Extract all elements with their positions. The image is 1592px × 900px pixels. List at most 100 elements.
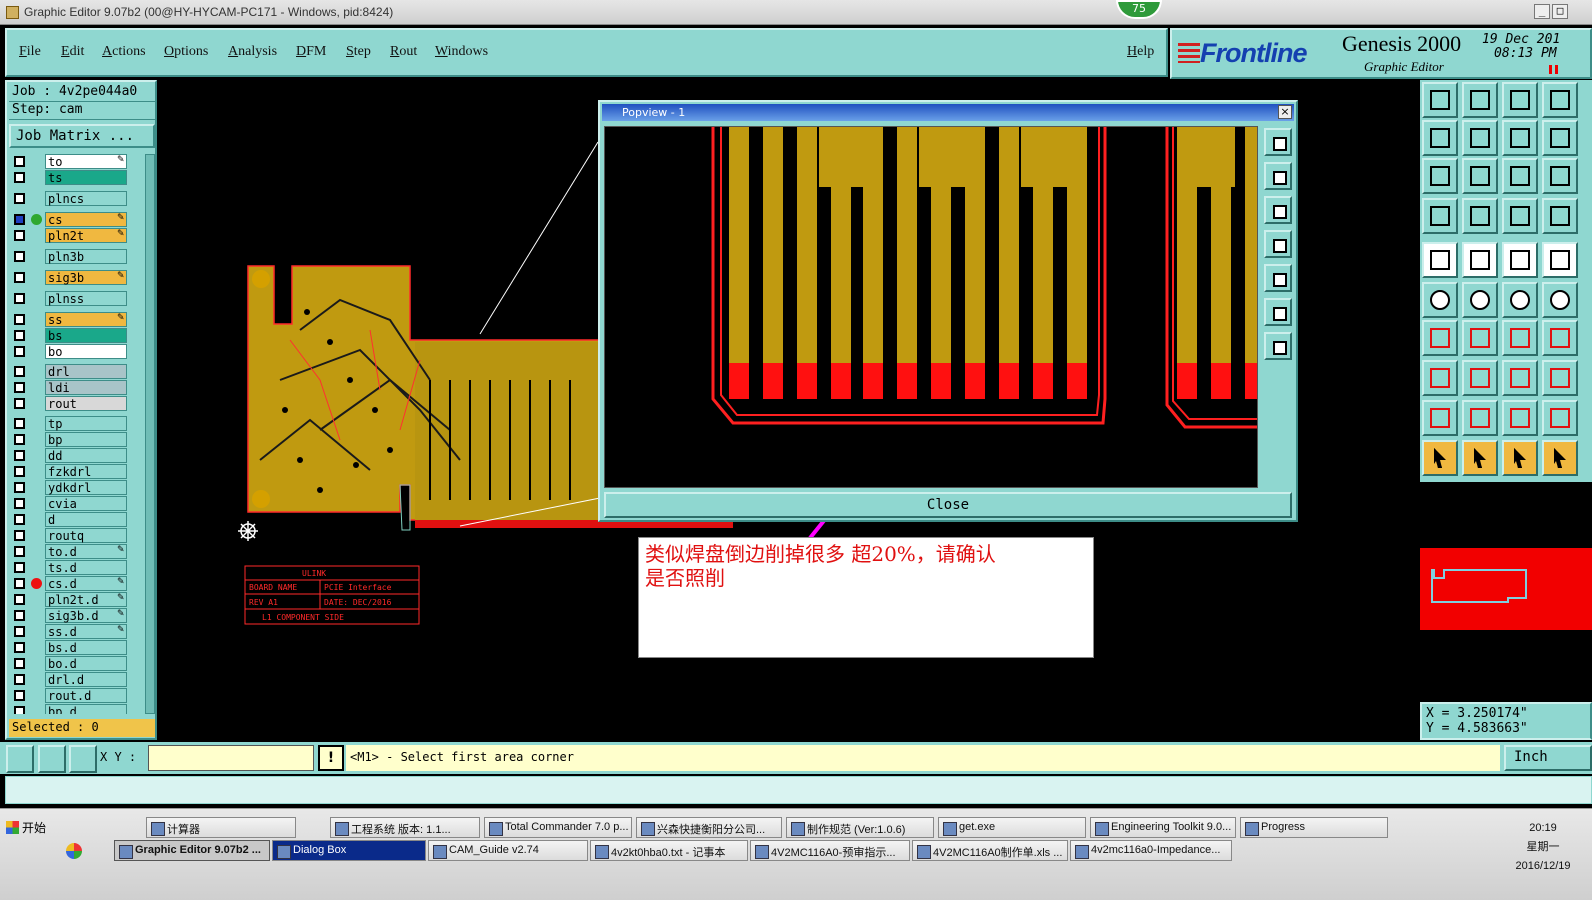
popview-viewport[interactable] — [604, 126, 1258, 488]
layer-checkbox[interactable] — [14, 594, 25, 605]
layer-row[interactable]: cs ✎ — [9, 212, 145, 227]
layer-checkbox[interactable] — [14, 214, 25, 225]
layer-name[interactable]: fzkdrl — [45, 464, 127, 479]
layer-row[interactable]: cvia — [9, 496, 145, 511]
taskbar-button[interactable]: get.exe — [938, 817, 1086, 838]
xy-input[interactable] — [148, 745, 314, 771]
layer-checkbox[interactable] — [14, 482, 25, 493]
layer-row[interactable]: bo.d — [9, 656, 145, 671]
line-tool-icon[interactable] — [1462, 282, 1498, 318]
redo-tool-icon[interactable] — [1502, 82, 1538, 118]
slot-tool-icon[interactable] — [1462, 320, 1498, 356]
layer-row[interactable]: ts.d — [9, 560, 145, 575]
layer-name[interactable]: bp — [45, 432, 127, 447]
layer-checkbox[interactable] — [14, 366, 25, 377]
layer-checkbox[interactable] — [14, 251, 25, 262]
layer-name[interactable]: sig3b — [45, 270, 127, 285]
layer-name[interactable]: pln2t — [45, 228, 127, 243]
split-tool-icon[interactable] — [1542, 320, 1578, 356]
layer-name[interactable]: bp.d — [45, 704, 127, 714]
layer-row[interactable]: sig3b.d ✎ — [9, 608, 145, 623]
job-matrix-button[interactable]: Job Matrix ... — [9, 124, 155, 148]
popview-tool-4[interactable] — [1264, 230, 1292, 258]
grid-tool-icon[interactable] — [1462, 158, 1498, 194]
warning-button[interactable]: ! — [318, 745, 344, 771]
layer-row[interactable]: ydkdrl — [9, 480, 145, 495]
menu-help[interactable]: Help — [1127, 44, 1154, 60]
layer-checkbox[interactable] — [14, 610, 25, 621]
layer-checkbox[interactable] — [14, 706, 25, 714]
pause-icon[interactable] — [1549, 65, 1558, 74]
layer-row[interactable]: rout.d — [9, 688, 145, 703]
menu-options[interactable]: Options — [164, 44, 208, 60]
layer-row[interactable]: pln2t ✎ — [9, 228, 145, 243]
layer-name[interactable]: bs — [45, 328, 127, 343]
popview-tool-6[interactable] — [1264, 298, 1292, 326]
tool-tool-icon[interactable] — [1502, 440, 1538, 476]
popview-tool-7[interactable] — [1264, 332, 1292, 360]
popview-tool-1[interactable] — [1264, 128, 1292, 156]
spread-tool-icon[interactable] — [1542, 242, 1578, 278]
pointer-alt-tool-icon[interactable] — [1462, 400, 1498, 436]
snap-icon[interactable] — [6, 745, 34, 773]
taskbar-button[interactable]: Engineering Toolkit 9.0... — [1090, 817, 1236, 838]
layer-name[interactable]: to.d — [45, 544, 127, 559]
layer-name[interactable]: bs.d — [45, 640, 127, 655]
menu-edit[interactable]: Edit — [61, 44, 84, 60]
taskbar-button[interactable]: 4v2kt0hba0.txt - 记事本 — [590, 840, 748, 861]
minimize-button[interactable]: _ — [1534, 4, 1550, 19]
layer-name[interactable]: plncs — [45, 191, 127, 206]
layer-name[interactable]: bo.d — [45, 656, 127, 671]
layer-name[interactable]: tp — [45, 416, 127, 431]
layer-row[interactable]: to.d ✎ — [9, 544, 145, 559]
layer-row[interactable]: drl — [9, 364, 145, 379]
layer-checkbox[interactable] — [14, 450, 25, 461]
layer-name[interactable]: routq — [45, 528, 127, 543]
pan-tool-icon[interactable] — [1422, 120, 1458, 156]
popview-close-button[interactable]: Close — [604, 492, 1292, 518]
layer-checkbox[interactable] — [14, 642, 25, 653]
layer-checkbox[interactable] — [14, 498, 25, 509]
taskbar-button[interactable]: Total Commander 7.0 p... — [484, 817, 632, 838]
menu-actions[interactable]: Actions — [102, 44, 146, 60]
layer-name[interactable]: to — [45, 154, 127, 169]
taskbar-button[interactable]: Dialog Box — [272, 840, 426, 861]
undo-tool-icon[interactable] — [1462, 82, 1498, 118]
layer-row[interactable]: ss ✎ — [9, 312, 145, 327]
move-tool-icon[interactable] — [1502, 242, 1538, 278]
route-tool-icon[interactable] — [1542, 400, 1578, 436]
connect-tool-icon[interactable] — [1422, 242, 1458, 278]
system-clock[interactable]: 20:19 星期一 2016/12/19 — [1496, 819, 1590, 876]
dot-tool-icon[interactable] — [1542, 198, 1578, 234]
layer-checkbox[interactable] — [14, 230, 25, 241]
restore-button[interactable]: □ — [1552, 4, 1568, 19]
layer-checkbox[interactable] — [14, 546, 25, 557]
net-tool-icon[interactable] — [1542, 158, 1578, 194]
layer-name[interactable]: cs.d — [45, 576, 127, 591]
layer-checkbox[interactable] — [14, 156, 25, 167]
layer-row[interactable]: tp — [9, 416, 145, 431]
pad-tool-icon[interactable] — [1422, 320, 1458, 356]
layer-checkbox[interactable] — [14, 466, 25, 477]
array-tool-icon[interactable] — [1502, 320, 1538, 356]
select-tool-icon[interactable] — [1422, 198, 1458, 234]
taskbar-button[interactable]: 工程系统 版本: 1.1... — [330, 817, 480, 838]
layer-name[interactable]: rout.d — [45, 688, 127, 703]
taskbar-button[interactable]: CAM_Guide v2.74 — [428, 840, 588, 861]
help-tool-icon[interactable] — [1542, 120, 1578, 156]
menu-dfm[interactable]: DFM — [296, 44, 326, 60]
menu-file[interactable]: File — [19, 44, 41, 60]
layer-checkbox[interactable] — [14, 398, 25, 409]
zoom-tool-icon[interactable] — [1542, 82, 1578, 118]
layer-checkbox[interactable] — [14, 690, 25, 701]
layer-row[interactable]: ss.d ✎ — [9, 624, 145, 639]
layer-checkbox[interactable] — [14, 658, 25, 669]
layer-row[interactable]: d — [9, 512, 145, 527]
layer-name[interactable]: pln3b — [45, 249, 127, 264]
home-tool-icon[interactable] — [1422, 82, 1458, 118]
layer-checkbox[interactable] — [14, 514, 25, 525]
triangle-alt-tool-icon[interactable] — [1462, 360, 1498, 396]
layer-name[interactable]: ts — [45, 170, 127, 185]
layer-name[interactable]: drl — [45, 364, 127, 379]
layer-name[interactable]: ydkdrl — [45, 480, 127, 495]
